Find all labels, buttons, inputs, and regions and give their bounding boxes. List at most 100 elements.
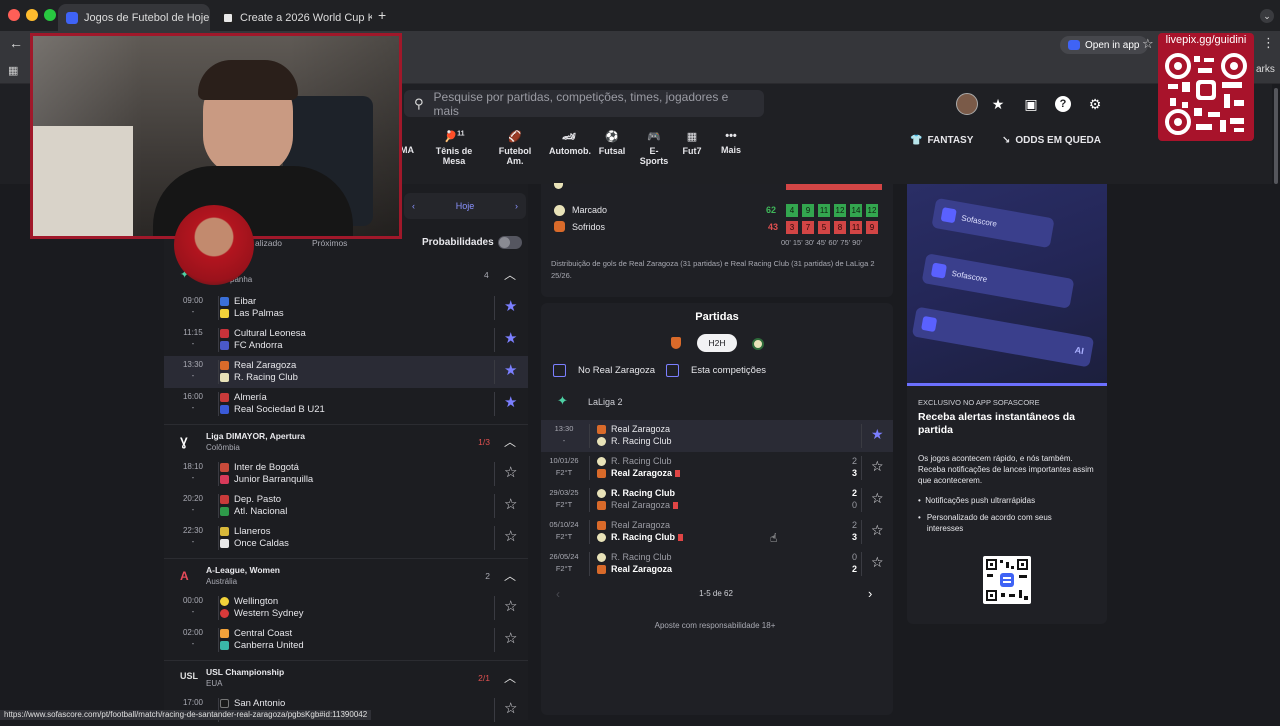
- favorite-star-icon[interactable]: ★: [504, 299, 517, 314]
- sofascore-logo-icon: [1068, 40, 1080, 50]
- open-in-app-button[interactable]: Open in app: [1060, 36, 1148, 54]
- bookmark-star-icon[interactable]: ☆: [1142, 36, 1154, 52]
- minimize-window-button[interactable]: [26, 9, 38, 21]
- favorite-star-icon[interactable]: ☆: [504, 465, 517, 480]
- user-avatar[interactable]: [956, 93, 978, 115]
- match-row[interactable]: 11:15 - Cultural Leonesa FC Andorra ★: [164, 324, 528, 356]
- collapse-chevron-icon[interactable]: ︿: [504, 669, 516, 686]
- favorites-star-icon[interactable]: ★: [990, 96, 1006, 112]
- back-arrow-icon[interactable]: ←: [9, 35, 23, 51]
- all-bookmarks-label[interactable]: arks: [1256, 64, 1275, 75]
- scored-cell: 4: [786, 204, 798, 217]
- tv-icon[interactable]: ▣: [1023, 96, 1039, 112]
- conceded-cell: 3: [786, 221, 798, 234]
- menu-kebab-icon[interactable]: ⋮: [1262, 35, 1275, 51]
- new-tab-button[interactable]: +: [378, 7, 386, 23]
- h2h-tab[interactable]: H2H: [697, 334, 737, 352]
- fantasy-label: FANTASY: [927, 135, 974, 146]
- away-team: Real Zaragoza: [611, 468, 673, 478]
- sport-label: Tênis de Mesa: [435, 146, 473, 166]
- sport-table-tennis[interactable]: 🏓11 Tênis de Mesa: [426, 130, 482, 166]
- favorite-star-icon[interactable]: ★: [504, 363, 517, 378]
- match-date: 05/10/24: [549, 520, 579, 529]
- match-row[interactable]: 00:00 - Wellington Western Sydney ☆: [164, 592, 528, 624]
- team-crest-icon: [597, 533, 606, 542]
- league-header-usa[interactable]: USL USL Championship EUA 2/1 ︿: [164, 660, 528, 694]
- sport-american-football[interactable]: 🏈 Futebol Am.: [491, 130, 539, 166]
- next-page-chevron-icon[interactable]: ›: [868, 586, 872, 601]
- h2h-match-row[interactable]: 13:30 - Real Zaragoza R. Racing Club ★: [541, 420, 893, 452]
- home-team: Cultural Leonesa: [234, 328, 306, 339]
- favorite-star-icon[interactable]: ☆: [871, 523, 884, 537]
- page-scrollbar-thumb[interactable]: [1274, 88, 1278, 184]
- team-crest-icon: [220, 507, 229, 516]
- favorite-star-icon[interactable]: ★: [871, 427, 884, 441]
- tab-search-icon[interactable]: ⌄: [1260, 9, 1274, 23]
- sport-esports[interactable]: 🎮 E-Sports: [636, 130, 672, 166]
- favorite-star-icon[interactable]: ☆: [871, 555, 884, 569]
- favorite-star-icon[interactable]: ☆: [504, 599, 517, 614]
- current-date-label[interactable]: Hoje: [456, 201, 475, 211]
- competition-filter-checkbox[interactable]: [666, 364, 679, 377]
- scored-cell: 9: [802, 204, 814, 217]
- search-bar[interactable]: ⚲ Pesquise por partidas, competições, ti…: [404, 90, 764, 118]
- sport-motorsport[interactable]: 🏎 Automob.: [549, 130, 591, 156]
- collapse-chevron-icon[interactable]: ︿: [504, 433, 516, 450]
- filter-upcoming-tab[interactable]: Próximos: [312, 238, 347, 248]
- match-row[interactable]: 02:00 - Central Coast Canberra United ☆: [164, 624, 528, 656]
- favorite-star-icon[interactable]: ☆: [504, 631, 517, 646]
- h2h-match-row[interactable]: 05/10/24 F2°T Real Zaragoza R. Racing Clu…: [541, 516, 893, 548]
- goal-distribution-bar-top: [786, 184, 882, 190]
- collapse-chevron-icon[interactable]: ︿: [504, 567, 516, 584]
- match-row[interactable]: 09:00 - Eibar Las Palmas ★: [164, 292, 528, 324]
- match-time: 00:00: [182, 596, 204, 605]
- collapse-chevron-icon[interactable]: ︿: [504, 266, 516, 283]
- next-day-chevron-icon[interactable]: ›: [515, 201, 518, 211]
- match-row[interactable]: 18:10 - Inter de Bogotá Junior Barranquil…: [164, 458, 528, 490]
- american-football-icon: 🏈: [508, 131, 522, 143]
- zaragoza-tab-icon[interactable]: [671, 337, 681, 349]
- close-window-button[interactable]: [8, 9, 20, 21]
- help-icon[interactable]: ?: [1055, 96, 1071, 112]
- team-crest-icon: [220, 475, 229, 484]
- fantasy-link[interactable]: 👕 FANTASY: [910, 135, 973, 146]
- apps-grid-icon[interactable]: ▦: [8, 64, 18, 77]
- league-header-colombia[interactable]: Ɣ Liga DIMAYOR, Apertura Colômbia 1/3 ︿: [164, 424, 528, 458]
- home-score: 2: [851, 456, 857, 466]
- prev-day-chevron-icon[interactable]: ‹: [412, 201, 415, 211]
- match-row[interactable]: 20:20 - Dep. Pasto Atl. Nacional ☆: [164, 490, 528, 522]
- sport-label: Futsal: [598, 146, 626, 156]
- away-score: 2: [851, 564, 857, 574]
- favorite-star-icon[interactable]: ☆: [504, 497, 517, 512]
- h2h-match-row[interactable]: 10/01/26 F2°T R. Racing Club Real Zaragoz…: [541, 452, 893, 484]
- probabilities-toggle[interactable]: [498, 236, 522, 249]
- home-filter-checkbox[interactable]: [553, 364, 566, 377]
- settings-gear-icon[interactable]: ⚙: [1087, 96, 1103, 112]
- favorite-star-icon[interactable]: ☆: [871, 491, 884, 505]
- competition-filter-label: Esta competições: [691, 365, 766, 376]
- sport-futsal[interactable]: ⚽ Futsal: [598, 130, 626, 156]
- open-in-app-label: Open in app: [1085, 39, 1140, 51]
- sport-more[interactable]: ••• Mais: [719, 130, 743, 155]
- tab-sofascore[interactable]: Jogos de Futebol de Hoje e R ✕: [58, 4, 210, 31]
- h2h-match-row[interactable]: 26/05/24 F2°T R. Racing Club Real Zaragoz…: [541, 548, 893, 580]
- odds-label: ODDS EM QUEDA: [1015, 135, 1101, 146]
- sport-fut7[interactable]: ▦ Fut7: [681, 130, 703, 156]
- favorite-star-icon[interactable]: ★: [504, 331, 517, 346]
- prev-page-chevron-icon[interactable]: ‹: [556, 587, 560, 601]
- h2h-match-row[interactable]: 29/03/25 F2°T R. Racing Club Real Zaragoz…: [541, 484, 893, 516]
- filter-finished-tab[interactable]: alizado: [255, 238, 282, 248]
- favorite-star-icon[interactable]: ★: [504, 395, 517, 410]
- favorite-star-icon[interactable]: ☆: [504, 701, 517, 716]
- maximize-window-button[interactable]: [44, 9, 56, 21]
- favorite-star-icon[interactable]: ☆: [504, 529, 517, 544]
- red-card-icon: [675, 470, 681, 478]
- match-row[interactable]: 22:30 - Llaneros Once Caldas ☆: [164, 522, 528, 554]
- dropping-odds-link[interactable]: ↘ ODDS EM QUEDA: [1002, 135, 1101, 146]
- racing-tab-icon[interactable]: [752, 338, 764, 350]
- tab-world-cup-kit[interactable]: Create a 2026 World Cup Kit: ✕: [214, 4, 372, 31]
- match-row[interactable]: 16:00 - Almería Real Sociedad B U21 ★: [164, 388, 528, 420]
- league-header-australia[interactable]: A A-League, Women Austrália 2 ︿: [164, 558, 528, 592]
- favorite-star-icon[interactable]: ☆: [871, 459, 884, 473]
- match-row-selected[interactable]: 13:30 - Real Zaragoza R. Racing Club ★: [164, 356, 528, 388]
